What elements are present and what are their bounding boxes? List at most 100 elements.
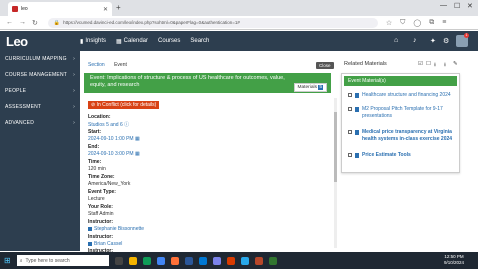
download-icon[interactable]: ⭳ [434, 61, 436, 70]
material-item[interactable]: Medical price transparency at Virginia h… [348, 129, 458, 142]
reload-icon[interactable]: ↻ [32, 19, 38, 27]
material-checkbox[interactable] [348, 93, 352, 97]
breadcrumb-section-link[interactable]: Section [88, 62, 105, 68]
file-icon [355, 152, 359, 158]
url-text: https://vcumed.davinci-ed.com/leo/index.… [63, 20, 240, 25]
pin-icon[interactable]: ✦ [430, 37, 436, 45]
teams-icon[interactable] [212, 256, 221, 265]
nav-search[interactable]: Search [190, 38, 209, 44]
event-materials-header: Event Material(s) [344, 76, 457, 86]
instructor-link[interactable]: Brian Cassel [88, 241, 122, 247]
search-icon: ⌕ [19, 257, 23, 264]
material-item[interactable]: Price Estimate Tools [348, 152, 458, 159]
close-button[interactable]: Close [316, 62, 334, 69]
bookmark-star-icon[interactable]: ☆ [386, 19, 392, 27]
file-explorer-icon[interactable] [128, 256, 137, 265]
url-field[interactable]: 🔒 https://vcumed.davinci-ed.com/leo/inde… [47, 17, 378, 28]
minimize-icon[interactable]: — [440, 2, 447, 9]
conflict-badge[interactable]: ⊘ In Conflict (click for details) [88, 101, 160, 109]
maximize-icon[interactable]: ☐ [454, 2, 460, 10]
new-tab-icon[interactable]: + [116, 3, 121, 12]
breadcrumb-event: Event [114, 62, 127, 68]
browser-tab[interactable]: leo ✕ [8, 2, 112, 16]
leo-logo[interactable]: Leo [6, 34, 80, 49]
nav-courses[interactable]: Courses [158, 38, 180, 44]
nav-insights[interactable]: ▮ Insights [80, 38, 106, 45]
role-value: Staff Admin [88, 211, 114, 217]
time-value: 120 min [88, 166, 106, 172]
sidebar-item-advanced[interactable]: ADVANCED › [0, 115, 80, 131]
instructor-label: Instructor: [88, 219, 113, 225]
chevron-right-icon: › [73, 88, 75, 94]
task-view-icon[interactable] [114, 256, 123, 265]
scrollbar-thumb[interactable] [334, 112, 337, 182]
end-value[interactable]: 2024-09-10 3:00 PM ▦ [88, 151, 140, 157]
acrobat-icon[interactable] [254, 256, 263, 265]
instructor-link[interactable]: Stephanie Bissonnette [88, 226, 144, 232]
nav-calendar[interactable]: ▦ Calendar [116, 38, 148, 45]
leo-favicon-icon [12, 6, 18, 12]
file-icon [355, 92, 359, 98]
sidebar-item-curriculum-mapping[interactable]: CURRICULUM MAPPING › [0, 51, 80, 67]
calendar-icon: ▦ [134, 151, 140, 157]
lock-icon: 🔒 [53, 19, 61, 26]
zoom-icon[interactable] [240, 256, 249, 265]
material-item[interactable]: M2 Proposal Pitch Template for 9-17 pres… [348, 106, 458, 119]
chevron-right-icon: › [73, 72, 75, 78]
sidebar-item-assessment[interactable]: ASSESSMENT › [0, 99, 80, 115]
material-checkbox[interactable] [348, 153, 352, 157]
time-label: Time: [88, 159, 102, 165]
taskbar-search-input[interactable]: ⌕ Type here to search [16, 255, 109, 266]
location-label: Location: [88, 114, 111, 120]
start-value[interactable]: 2024-09-10 1:00 PM ▦ [88, 136, 140, 142]
shield-icon[interactable]: ⛉ [400, 19, 405, 27]
app-icon[interactable] [268, 256, 277, 265]
chevron-right-icon: › [73, 104, 75, 110]
chrome-icon[interactable] [156, 256, 165, 265]
notification-badge: 1 [464, 33, 469, 38]
extensions-icon[interactable]: ⧉ [429, 19, 434, 27]
chart-icon: ▮ [80, 38, 84, 45]
material-item[interactable]: Healthcare structure and financing 2024 [348, 92, 458, 99]
check-icon[interactable]: ☑ [418, 61, 423, 67]
download-all-icon[interactable]: ⭳ [444, 61, 446, 70]
taskbar-clock[interactable]: 12:50 PM 9/10/2024 [444, 254, 464, 266]
start-label: Start: [88, 129, 102, 135]
tab-title: leo [21, 6, 28, 12]
file-icon [355, 129, 359, 135]
window-close-icon[interactable]: ✕ [467, 2, 473, 10]
word-icon[interactable] [184, 256, 193, 265]
timezone-label: Time Zone: [88, 174, 115, 180]
sidebar-item-people[interactable]: PEOPLE › [0, 83, 80, 99]
firefox-icon[interactable] [170, 256, 179, 265]
chevron-right-icon: › [73, 56, 75, 62]
materials-button[interactable]: Materials 5 [293, 83, 327, 92]
inbox-icon[interactable]: ⌂ [394, 37, 398, 44]
person-icon [88, 226, 92, 231]
address-bar: ← → ↻ 🔒 https://vcumed.davinci-ed.com/le… [0, 16, 478, 30]
powerpoint-icon[interactable] [226, 256, 235, 265]
account-icon[interactable]: ◯ [413, 19, 421, 27]
checkbox-icon[interactable]: ☐ [426, 61, 431, 67]
bell-icon[interactable]: ♪ [413, 37, 417, 44]
edit-icon[interactable]: ✎ [453, 61, 458, 67]
forward-icon[interactable]: → [19, 19, 26, 26]
tab-close-icon[interactable]: ✕ [103, 6, 108, 13]
material-checkbox[interactable] [348, 107, 352, 111]
related-materials-title: Related Materials [344, 61, 387, 67]
taskbar: ⊞ ⌕ Type here to search [0, 252, 478, 269]
person-icon [88, 241, 92, 246]
sidebar: CURRICULUM MAPPING › COURSE MANAGEMENT › P… [0, 51, 80, 251]
sidebar-item-course-management[interactable]: COURSE MANAGEMENT › [0, 67, 80, 83]
info-icon: ⓘ [124, 122, 130, 128]
breadcrumb: Section Event [88, 62, 127, 68]
menu-icon[interactable]: ≡ [442, 19, 446, 26]
material-checkbox[interactable] [348, 130, 352, 134]
windows-start-icon[interactable]: ⊞ [4, 256, 11, 265]
location-link[interactable]: Studios 5 and 6 ⓘ [88, 121, 129, 128]
back-icon[interactable]: ← [6, 19, 13, 26]
gear-icon[interactable]: ⚙ [443, 37, 449, 45]
outlook-icon[interactable] [198, 256, 207, 265]
materials-count-badge: 5 [318, 85, 323, 90]
excel-icon[interactable] [142, 256, 151, 265]
